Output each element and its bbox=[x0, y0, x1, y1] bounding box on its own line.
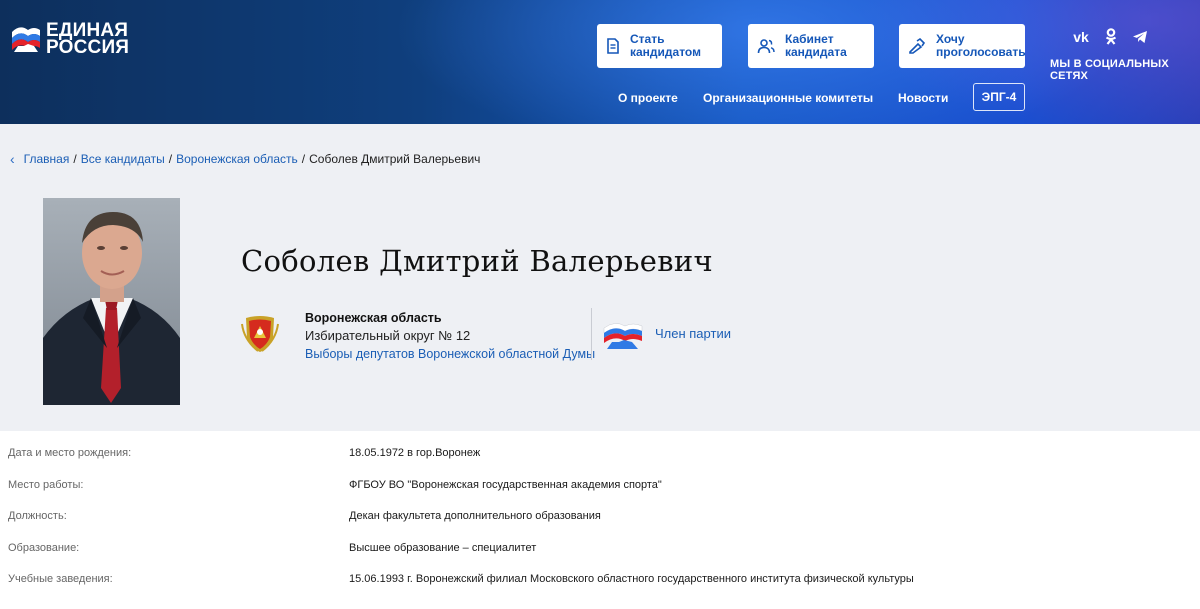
detail-value-education: Высшее образование – специалитет bbox=[349, 541, 537, 554]
chevron-left-icon[interactable]: ‹ bbox=[10, 152, 15, 166]
social-label: МЫ В СОЦИАЛЬНЫХ СЕТЯХ bbox=[1050, 58, 1169, 82]
detail-label-institutions: Учебные заведения: bbox=[8, 573, 113, 585]
detail-label-birth: Дата и место рождения: bbox=[8, 447, 132, 459]
social-links: vk bbox=[1072, 28, 1148, 45]
candidate-details: Дата и место рождения: 18.05.1972 в гор.… bbox=[0, 437, 1200, 595]
nav-news[interactable]: Новости bbox=[898, 91, 948, 105]
users-icon bbox=[757, 39, 775, 54]
detail-label-education: Образование: bbox=[8, 541, 80, 554]
become-candidate-label: Стать кандидатом bbox=[630, 32, 701, 59]
want-to-vote-label: Хочу проголосовать bbox=[936, 32, 1026, 59]
document-icon bbox=[607, 38, 619, 54]
details-row: Место работы: ФГБОУ ВО "Воронежская госу… bbox=[0, 469, 1200, 501]
details-row: Образование: Высшее образование – специа… bbox=[0, 532, 1200, 564]
details-row: Учебные заведения: 15.06.1993 г. Воронеж… bbox=[0, 563, 1200, 595]
detail-value-institutions: 15.06.1993 г. Воронежский филиал Московс… bbox=[349, 573, 914, 585]
party-bear-icon bbox=[603, 323, 643, 349]
candidate-profile: ‹ Главная / Все кандидаты / Воронежская … bbox=[0, 124, 1200, 431]
detail-label-position: Должность: bbox=[8, 510, 67, 522]
detail-value-birth: 18.05.1972 в гор.Воронеж bbox=[349, 447, 481, 459]
site-header: ЕДИНАЯ РОССИЯ Стать кандидатом Кабинет к… bbox=[0, 0, 1200, 124]
telegram-icon[interactable] bbox=[1132, 30, 1148, 44]
bear-flag-icon bbox=[12, 27, 40, 52]
details-row: Дата и место рождения: 18.05.1972 в гор.… bbox=[0, 437, 1200, 469]
candidate-cabinet-label: Кабинет кандидата bbox=[785, 32, 847, 59]
candidate-photo bbox=[43, 198, 180, 405]
breadcrumb-all-candidates[interactable]: Все кандидаты bbox=[81, 152, 165, 166]
region-info: Воронежская область Избирательный округ … bbox=[305, 309, 595, 363]
detail-value-workplace: ФГБОУ ВО "Воронежская государственная ак… bbox=[349, 478, 662, 491]
info-divider bbox=[591, 308, 592, 360]
breadcrumb-current: Соболев Дмитрий Валерьевич bbox=[309, 152, 481, 166]
region-coat-of-arms-icon bbox=[241, 316, 279, 352]
candidate-name: Соболев Дмитрий Валерьевич bbox=[241, 244, 713, 278]
vk-icon[interactable]: vk bbox=[1072, 29, 1090, 45]
nav-org-committees[interactable]: Организационные комитеты bbox=[703, 91, 873, 105]
breadcrumb-home[interactable]: Главная bbox=[24, 152, 70, 166]
become-candidate-button[interactable]: Стать кандидатом bbox=[597, 24, 722, 68]
election-link[interactable]: Выборы депутатов Воронежской областной Д… bbox=[305, 345, 595, 363]
logo-line-2: РОССИЯ bbox=[46, 37, 130, 58]
candidate-cabinet-button[interactable]: Кабинет кандидата bbox=[748, 24, 874, 68]
detail-label-workplace: Место работы: bbox=[8, 478, 84, 491]
breadcrumb-region[interactable]: Воронежская область bbox=[176, 152, 298, 166]
nav-epg-button[interactable]: ЭПГ-4 bbox=[973, 83, 1025, 111]
ballot-hand-icon bbox=[909, 38, 926, 54]
region-name: Воронежская область bbox=[305, 311, 442, 325]
want-to-vote-button[interactable]: Хочу проголосовать bbox=[899, 24, 1026, 68]
nav-about[interactable]: О проекте bbox=[618, 91, 678, 105]
electoral-district: Избирательный округ № 12 bbox=[305, 328, 471, 343]
detail-value-position: Декан факультета дополнительного образов… bbox=[349, 510, 601, 522]
party-logo[interactable]: ЕДИНАЯ РОССИЯ bbox=[10, 21, 130, 58]
ok-icon[interactable] bbox=[1105, 28, 1117, 45]
details-row: Должность: Декан факультета дополнительн… bbox=[0, 500, 1200, 532]
breadcrumb: ‹ Главная / Все кандидаты / Воронежская … bbox=[10, 151, 481, 167]
party-membership: Член партии bbox=[655, 326, 731, 341]
